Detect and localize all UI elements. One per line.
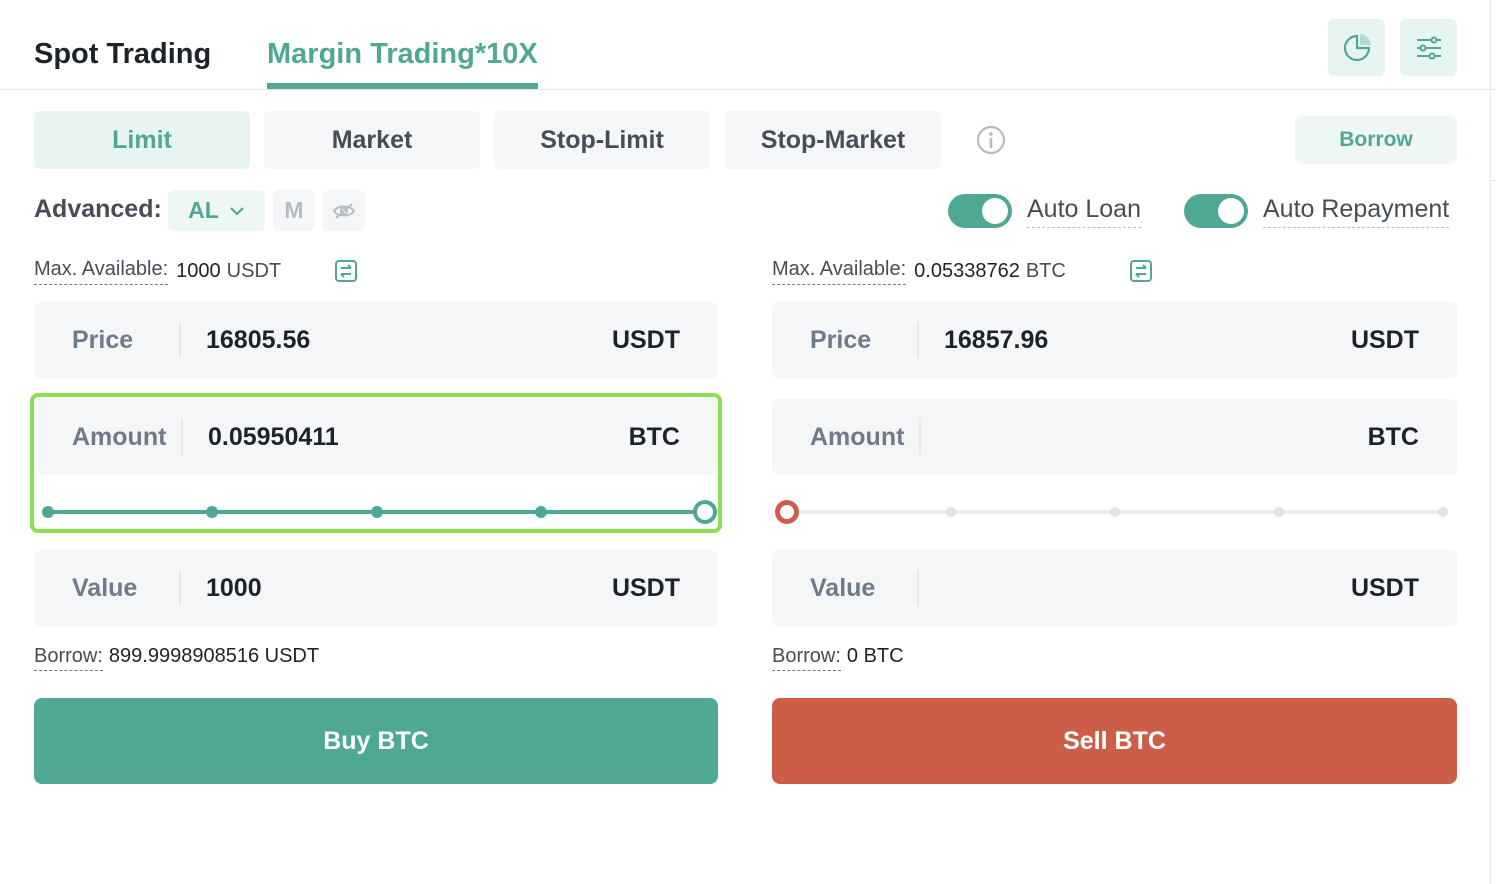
advanced-mode-select[interactable]: AL (168, 190, 265, 231)
buy-borrow-info: Borrow: 899.9998908516 USDT (34, 645, 320, 671)
sell-amount-field[interactable]: Amount BTC (772, 399, 1457, 475)
value-unit: USDT (1350, 573, 1419, 602)
order-type-stop-limit[interactable]: Stop-Limit (494, 111, 710, 169)
price-label: Price (72, 325, 134, 354)
sell-value-field[interactable]: Value USDT (772, 550, 1457, 626)
top-bar: Spot Trading Margin Trading*10X (0, 0, 1496, 90)
slider-stop[interactable] (42, 506, 54, 518)
value-label: Value (72, 573, 138, 602)
slider-handle[interactable] (693, 500, 717, 524)
value-unit: USDT (611, 573, 680, 602)
m-mode-button[interactable]: M (273, 190, 315, 231)
slider-stop[interactable] (1274, 507, 1284, 517)
sell-borrow-info: Borrow: 0 BTC (772, 645, 904, 671)
max-available-unit: BTC (1025, 260, 1066, 282)
chart-button[interactable] (1328, 19, 1385, 76)
borrow-label: Borrow: (772, 645, 841, 671)
slider-stop[interactable] (1438, 507, 1448, 517)
slider-stop[interactable] (370, 506, 383, 518)
slider-stop[interactable] (206, 506, 219, 518)
borrow-label: Borrow: (34, 645, 103, 671)
buy-price-field[interactable]: Price 16805.56 USDT (34, 302, 718, 378)
advanced-label: Advanced: (34, 195, 162, 223)
price-unit: USDT (611, 325, 680, 354)
transfer-icon[interactable] (1128, 258, 1154, 284)
max-available-label: Max. Available: (34, 258, 169, 285)
max-available-unit: USDT (226, 260, 282, 282)
borrow-button[interactable]: Borrow (1295, 116, 1457, 164)
field-separator (917, 570, 919, 606)
sliders-icon (1416, 36, 1441, 59)
settings-button[interactable] (1400, 19, 1457, 76)
buy-max-available: Max. Available: 1000 USDT (34, 258, 281, 285)
value-label: Value (810, 573, 876, 602)
slider-stop[interactable] (534, 506, 547, 518)
max-available-value: 0.05338762 (914, 260, 1020, 282)
borrow-value: 899.9998908516 USDT (108, 645, 320, 667)
transfer-icon[interactable] (333, 258, 359, 284)
slider-stop[interactable] (946, 507, 956, 517)
advanced-mode-value: AL (188, 197, 219, 223)
auto-repayment-toggle[interactable] (1184, 194, 1248, 228)
slider-stop[interactable] (1110, 507, 1120, 517)
toggle-knob (1218, 198, 1244, 224)
chevron-down-icon (230, 206, 244, 216)
borrow-value: 0 BTC (846, 645, 904, 667)
tab-spot-trading[interactable]: Spot Trading (34, 36, 211, 72)
sell-price-field[interactable]: Price 16857.96 USDT (772, 302, 1457, 378)
eye-slash-icon (332, 202, 355, 219)
field-separator (919, 419, 921, 455)
auto-repayment-label: Auto Repayment (1263, 195, 1450, 228)
price-unit: USDT (1350, 325, 1419, 354)
toggle-knob (982, 198, 1008, 224)
panel-divider-tick (1490, 180, 1496, 181)
amount-unit: BTC (1367, 422, 1419, 451)
panel-divider (1490, 0, 1491, 884)
buy-amount-slider[interactable] (42, 500, 717, 524)
buy-value-field[interactable]: Value 1000 USDT (34, 550, 718, 626)
buy-btc-button[interactable]: Buy BTC (34, 698, 718, 784)
field-separator (179, 322, 181, 358)
sell-btc-button[interactable]: Sell BTC (772, 698, 1457, 784)
max-available-value: 1000 (176, 260, 221, 282)
price-label: Price (810, 325, 872, 354)
hide-button[interactable] (322, 190, 365, 231)
auto-loan-toggle[interactable] (948, 194, 1012, 228)
sell-price-input[interactable]: 16857.96 (944, 302, 1048, 378)
order-type-stop-market[interactable]: Stop-Market (725, 111, 941, 169)
active-tab-underline (267, 83, 538, 89)
auto-loan-label: Auto Loan (1027, 195, 1141, 228)
buy-value-input[interactable]: 1000 (206, 550, 262, 626)
field-separator (917, 322, 919, 358)
slider-handle[interactable] (775, 500, 799, 524)
order-type-limit[interactable]: Limit (34, 111, 250, 169)
amount-label: Amount (810, 422, 905, 451)
sell-amount-slider[interactable] (775, 500, 1448, 524)
max-available-label: Max. Available: (772, 258, 907, 285)
tab-margin-trading[interactable]: Margin Trading*10X (267, 36, 538, 72)
field-separator (179, 570, 181, 606)
buy-price-input[interactable]: 16805.56 (206, 302, 310, 378)
sell-max-available: Max. Available: 0.05338762 BTC (772, 258, 1066, 285)
info-icon[interactable] (975, 124, 1007, 156)
order-type-market[interactable]: Market (264, 111, 480, 169)
pie-chart-icon (1343, 33, 1371, 61)
